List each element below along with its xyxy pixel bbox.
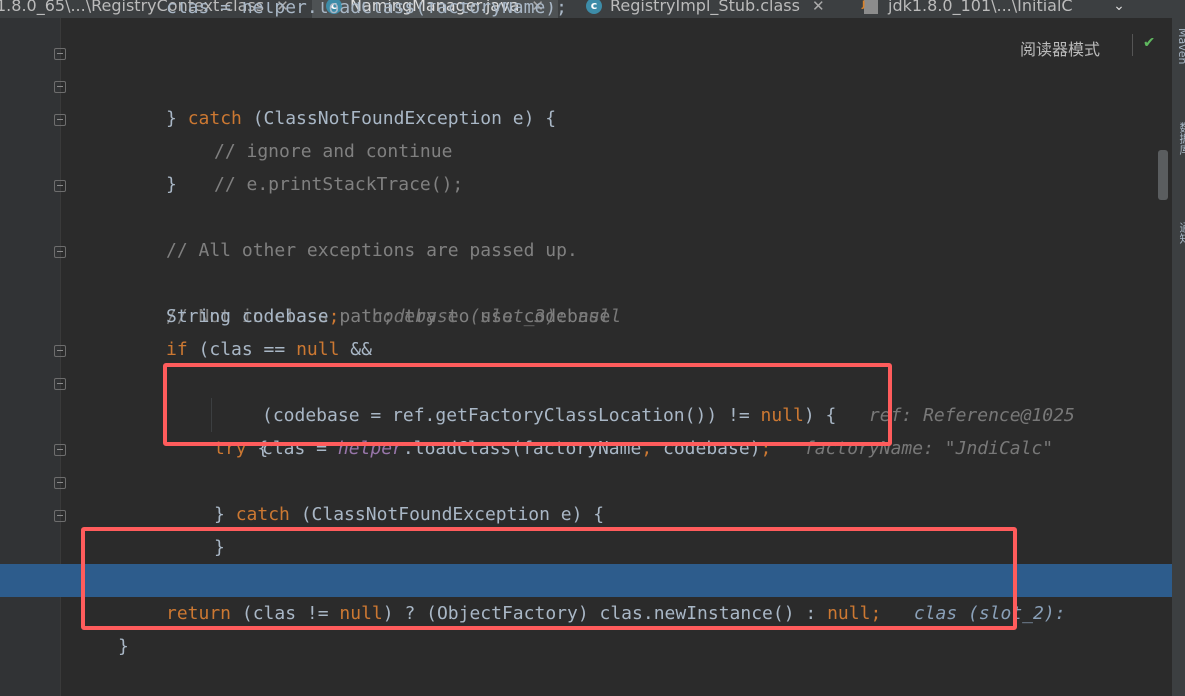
code-line[interactable]: // Not in class path; try to use codebas… — [0, 234, 1172, 327]
code-line[interactable]: } — [0, 465, 1172, 558]
code-line-partial: clas = helper.loadClass(factoryName); — [166, 2, 567, 18]
tool-window-strip — [1172, 0, 1185, 696]
fold-icon[interactable] — [54, 180, 66, 192]
fold-icon[interactable] — [54, 378, 66, 390]
annotation-box — [163, 363, 892, 446]
code-line[interactable]: // ignore and continue — [0, 69, 1172, 162]
code-line[interactable]: } catch (ClassNotFoundException e) { — [0, 36, 1172, 129]
fold-icon[interactable] — [54, 444, 66, 456]
fold-icon[interactable] — [54, 48, 66, 60]
side-tab-database[interactable]: 数据库 — [1176, 122, 1185, 155]
code-line[interactable]: } — [0, 135, 1172, 195]
fold-icon[interactable] — [54, 477, 66, 489]
side-tab-notifications[interactable]: 通知 — [1176, 222, 1185, 244]
code-line[interactable]: (codebase = ref.getFactoryClassLocation(… — [0, 333, 1172, 426]
fold-icon[interactable] — [54, 81, 66, 93]
fold-icon[interactable] — [54, 510, 66, 522]
fold-icon[interactable] — [54, 345, 66, 357]
code-line[interactable]: String codebase; codebase (slot_3): null — [0, 267, 1172, 327]
fold-icon[interactable] — [54, 114, 66, 126]
annotation-box — [81, 527, 1017, 630]
side-tab-maven[interactable]: Maven — [1176, 28, 1185, 64]
code-line[interactable]: // e.printStackTrace(); — [0, 102, 1172, 195]
scrollbar-thumb[interactable] — [1158, 150, 1168, 200]
code-line[interactable]: // All other exceptions are passed up. — [0, 168, 1172, 261]
code-line[interactable]: if (clas == null && — [0, 300, 1172, 360]
fold-icon[interactable] — [54, 246, 66, 258]
